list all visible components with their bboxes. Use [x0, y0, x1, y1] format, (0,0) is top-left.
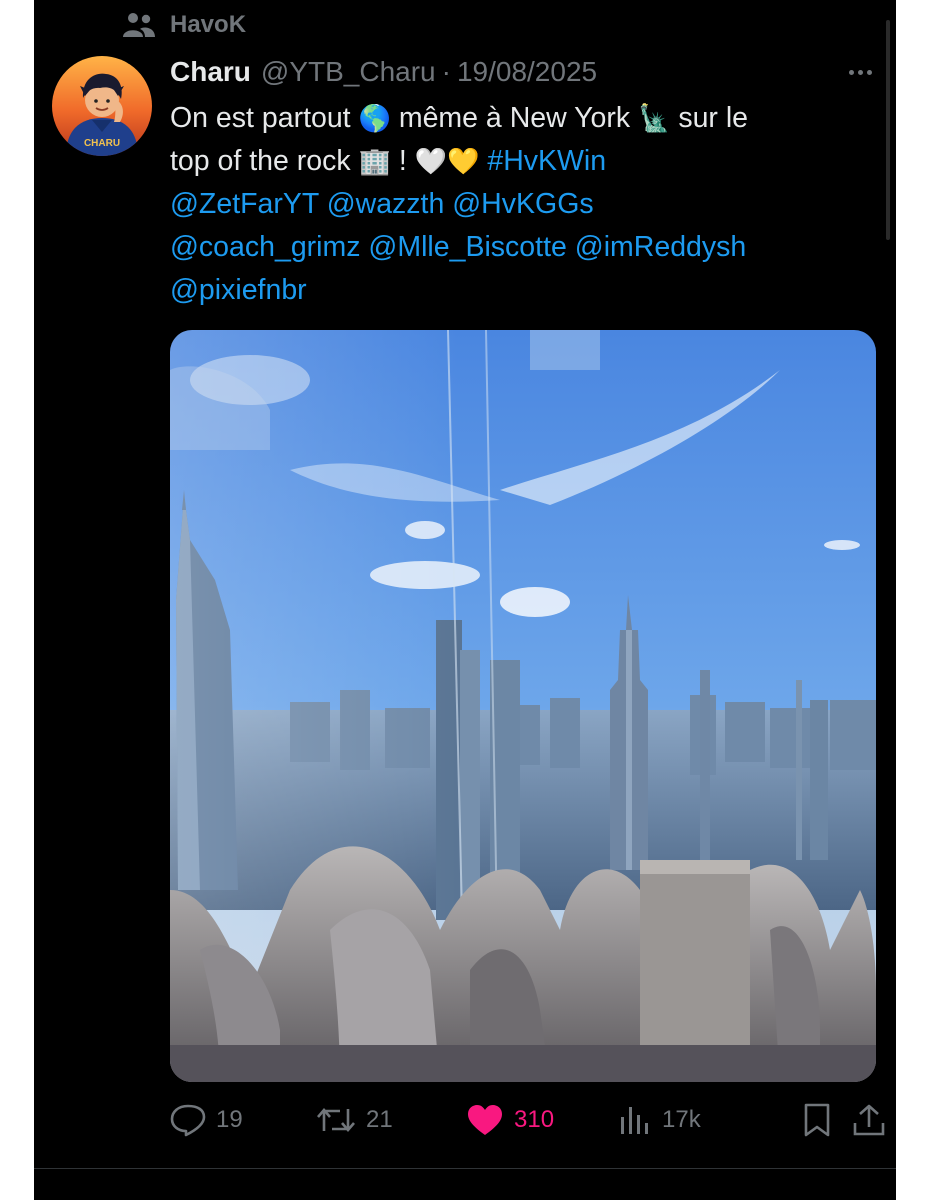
mention-link[interactable]: @ZetFarYT	[170, 188, 319, 220]
repost-button[interactable]: 21	[316, 1095, 393, 1145]
repost-icon	[317, 1108, 355, 1132]
tweet-text: On est partout 🌎 même à New York 🗽 sur l…	[170, 97, 890, 312]
tweet-header: Charu @YTB_Charu · 19/08/2025	[170, 52, 886, 92]
mention-link[interactable]: @Mlle_Biscotte	[368, 231, 566, 263]
share-button[interactable]	[852, 1095, 896, 1145]
mention-link[interactable]: @imReddysh	[575, 231, 747, 263]
views-icon	[621, 1107, 648, 1134]
tweet-text-segment: sur le	[678, 102, 749, 134]
tweet-screen: HavoK CHARU Charu @YTB_Charu · 19/08/202…	[34, 0, 896, 1200]
tweet-text-segment: même à New York	[398, 102, 631, 134]
action-bar: 19 21 310 17k	[170, 1095, 885, 1145]
hashtag-link[interactable]: #HvKWin	[487, 145, 606, 177]
reply-icon	[170, 1104, 206, 1137]
views-button[interactable]: 17k	[618, 1095, 701, 1145]
tweet-text-segment: On est partout	[170, 102, 351, 134]
bookmark-icon	[804, 1103, 830, 1137]
share-icon	[853, 1104, 885, 1136]
social-context[interactable]: HavoK	[122, 10, 246, 40]
separator-dot: ·	[441, 56, 451, 87]
tweet-text-segment: top of the rock	[170, 145, 351, 177]
statue-of-liberty-emoji: 🗽	[638, 103, 671, 133]
mention-link[interactable]: @coach_grimz	[170, 231, 361, 263]
like-button[interactable]: 310	[466, 1095, 554, 1145]
reply-count: 19	[216, 1106, 243, 1133]
tweet-line-3: @ZetFarYT @wazzth @HvKGGs	[170, 183, 890, 226]
views-count: 17k	[662, 1106, 701, 1133]
office-building-emoji: 🏢	[358, 146, 391, 176]
tweet-line-4: @coach_grimz @Mlle_Biscotte @imReddysh	[170, 226, 890, 269]
tweet-text-segment: !	[398, 145, 407, 177]
reply-button[interactable]: 19	[170, 1095, 243, 1145]
author-handle[interactable]: @YTB_Charu	[261, 56, 436, 88]
avatar-logo-text: CHARU	[84, 138, 120, 149]
tweet-line-1: On est partout 🌎 même à New York 🗽 sur l…	[170, 97, 890, 140]
avatar[interactable]: CHARU	[52, 56, 152, 156]
tweet-photo[interactable]	[170, 330, 876, 1082]
tweet-date[interactable]: 19/08/2025	[457, 56, 597, 88]
mention-link[interactable]: @wazzth	[327, 188, 445, 220]
hearts-emoji: 🤍💛	[414, 146, 480, 176]
mention-link[interactable]: @pixiefnbr	[170, 274, 307, 306]
repost-count: 21	[366, 1106, 393, 1133]
bookmark-button[interactable]	[802, 1095, 842, 1145]
heart-icon	[468, 1105, 502, 1135]
globe-emoji: 🌎	[358, 103, 391, 133]
mention-link[interactable]: @HvKGGs	[452, 188, 593, 220]
tweet-line-2: top of the rock 🏢 ! 🤍💛 #HvKWin	[170, 140, 890, 183]
social-context-label: HavoK	[170, 11, 247, 38]
more-icon[interactable]	[845, 52, 872, 92]
author-name[interactable]: Charu	[170, 56, 251, 88]
people-icon	[123, 13, 155, 37]
like-count: 310	[514, 1106, 555, 1133]
tweet-line-5: @pixiefnbr	[170, 269, 890, 312]
bottom-divider	[34, 1168, 896, 1169]
